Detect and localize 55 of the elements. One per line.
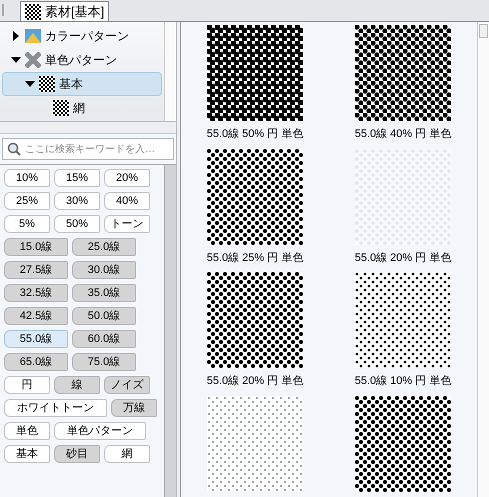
tag-button[interactable]: 40% <box>104 192 150 210</box>
material-caption: 55.0線 40% 円 単色 <box>354 127 452 142</box>
search-icon <box>7 142 21 156</box>
tag-button[interactable]: 30% <box>54 192 100 210</box>
checker-icon <box>53 100 69 116</box>
tag-button[interactable]: 単色 <box>4 422 50 440</box>
palette-icon <box>25 29 41 43</box>
scrollbar[interactable] <box>477 22 489 497</box>
tag-button[interactable]: 25.0線 <box>72 238 136 256</box>
tag-button[interactable]: 線 <box>54 376 100 394</box>
tree-item[interactable]: 基本 <box>2 72 162 96</box>
tag-button[interactable]: 砂目 <box>54 445 100 463</box>
tag-button[interactable]: 30.0線 <box>72 261 136 279</box>
tag-button[interactable]: 単色パターン <box>54 422 146 440</box>
tag-button[interactable]: 20% <box>104 169 150 187</box>
tag-button[interactable]: 75.0線 <box>72 353 136 371</box>
tag-button[interactable]: 50% <box>54 215 100 233</box>
caret-icon[interactable] <box>11 57 21 63</box>
caret-icon[interactable] <box>13 31 19 41</box>
tag-button[interactable]: 35.0線 <box>72 284 136 302</box>
cross-icon <box>25 52 41 68</box>
tag-button[interactable]: 15% <box>54 169 100 187</box>
splitter-handle[interactable] <box>0 122 176 134</box>
tag-button[interactable]: 25% <box>4 192 50 210</box>
tag-button[interactable]: ホワイトトーン <box>4 399 107 417</box>
tag-button[interactable]: 60.0線 <box>72 330 136 348</box>
tag-button[interactable]: 基本 <box>4 445 50 463</box>
material-caption: 55.0線 20% 円 単色 <box>354 250 452 266</box>
tag-button[interactable]: 15.0線 <box>4 238 68 256</box>
tag-button[interactable]: 10% <box>4 169 50 187</box>
material-caption: 55.0線 25% 円 単色 <box>206 250 304 266</box>
tag-button[interactable]: 55.0線 <box>4 330 68 348</box>
tag-button[interactable]: 65.0線 <box>4 353 68 371</box>
search-field[interactable]: ここに検索キーワードを入… <box>2 138 174 160</box>
tag-button[interactable]: 32.5線 <box>4 284 68 302</box>
tag-button[interactable]: 万線 <box>111 399 157 417</box>
tree-item[interactable]: 単色パターン <box>2 48 162 72</box>
tree-item[interactable]: カラーパターン <box>2 24 162 48</box>
panel-tab[interactable]: 素材[基本] <box>20 1 110 21</box>
scrollbar[interactable] <box>164 165 176 497</box>
tag-button[interactable]: 42.5線 <box>4 307 68 325</box>
checker-icon <box>39 76 55 92</box>
checker-icon <box>25 4 41 20</box>
tree-item[interactable]: 網 <box>2 96 162 120</box>
tag-button[interactable]: ノイズ <box>104 376 150 394</box>
scrollbar[interactable] <box>164 22 176 121</box>
material-caption: 55.0線 50% 円 単色 <box>206 127 304 142</box>
tag-button[interactable]: 50.0線 <box>72 307 136 325</box>
material-caption: 55.0線 10% 円 単色 <box>354 374 452 389</box>
tag-button[interactable]: 網 <box>104 445 150 463</box>
tag-button[interactable]: 円 <box>4 376 50 394</box>
tag-button[interactable]: トーン <box>104 215 150 233</box>
tag-button[interactable]: 27.5線 <box>4 261 68 279</box>
material-caption: 55.0線 20% 円 単色 <box>206 374 304 389</box>
tag-button[interactable]: 5% <box>4 215 50 233</box>
